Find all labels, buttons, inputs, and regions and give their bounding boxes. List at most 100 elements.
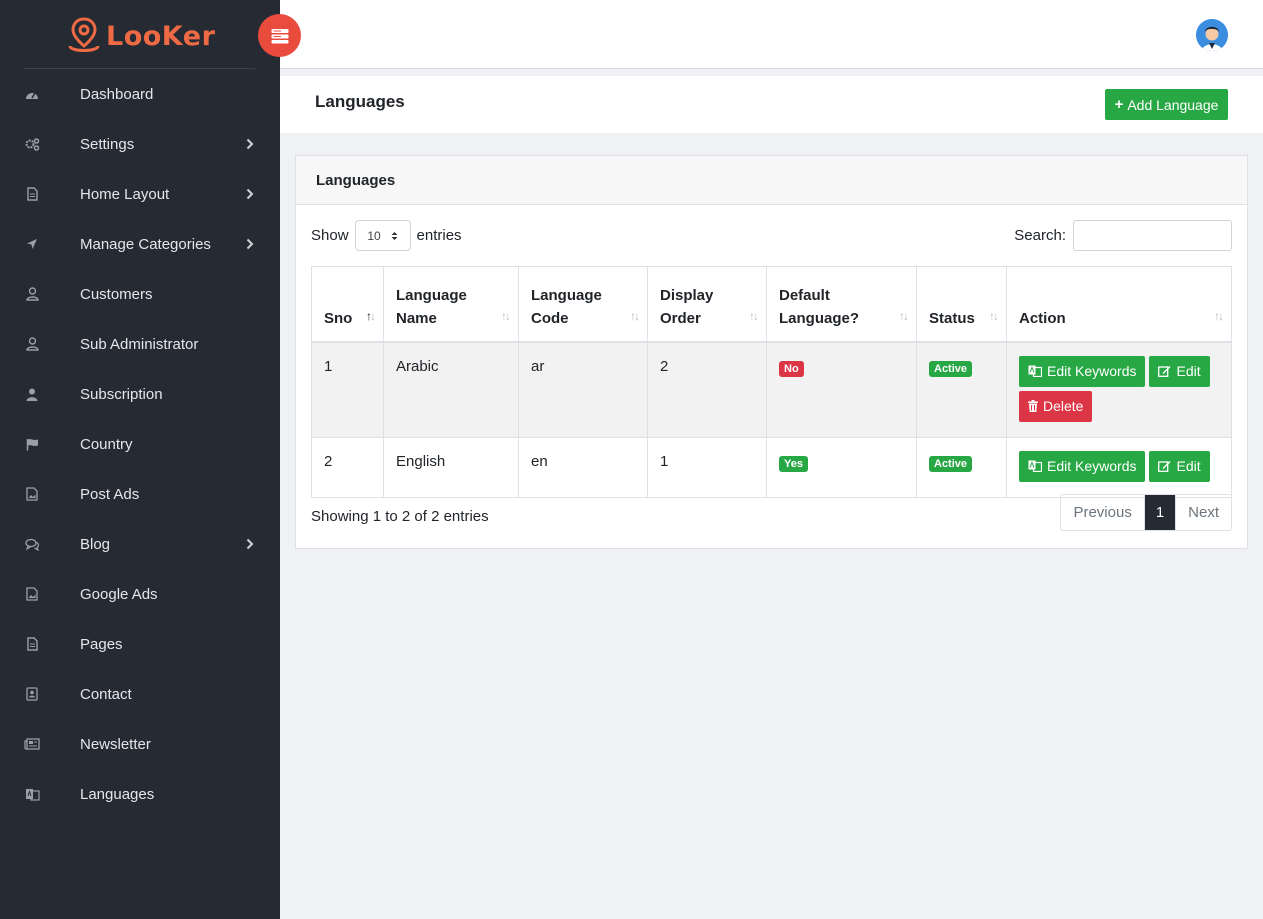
trash-icon (1028, 400, 1038, 412)
search-label: Search: (1014, 227, 1066, 244)
sidebar-item-label: Contact (80, 685, 132, 703)
cell-default-language: Yes (766, 436, 917, 498)
sidebar-item-newsletter[interactable]: Newsletter (0, 719, 280, 769)
brand-logo[interactable]: LooKer (66, 14, 215, 58)
next-page-button[interactable]: Next (1175, 495, 1231, 530)
page-header: Languages + Add Language (280, 76, 1263, 133)
page-1-button[interactable]: 1 (1143, 495, 1176, 530)
cell-sno: 2 (311, 436, 384, 498)
search-control: Search: (1014, 220, 1232, 251)
sidebar-item-label: Blog (80, 535, 111, 553)
languages-table: Sno ↑↓ Language Name ↑↓ Language Code ↑↓ D… (311, 266, 1232, 498)
column-header-display-order[interactable]: Display Order ↑↓ (647, 266, 767, 343)
cell-language-name: Arabic (383, 341, 519, 438)
default-badge: Yes (779, 455, 808, 472)
table-row: 1 Arabic ar 2 No Active Edit Keywords Ed… (311, 341, 1232, 438)
user-solid-icon (24, 386, 40, 402)
cogs-icon (24, 136, 40, 152)
chevron-right-icon (246, 187, 256, 201)
sort-caret-icon (391, 231, 398, 240)
sidebar-item-customers[interactable]: Customers (0, 269, 280, 319)
edit-keywords-button[interactable]: Edit Keywords (1019, 355, 1146, 387)
sidebar-item-country[interactable]: Country (0, 419, 280, 469)
add-language-button[interactable]: + Add Language (1105, 89, 1228, 120)
sidebar-item-manage-categories[interactable]: Manage Categories (0, 219, 280, 269)
language-icon (1028, 365, 1042, 377)
cell-status: Active (916, 436, 1007, 498)
column-header-language-code[interactable]: Language Code ↑↓ (518, 266, 648, 343)
entries-control: Show 10 entries (311, 220, 462, 251)
cell-language-name: English (383, 436, 519, 498)
sort-icon: ↑↓ (989, 308, 999, 323)
sort-icon: ↑↓ (1214, 308, 1224, 323)
user-icon (24, 336, 40, 352)
edit-icon (1158, 366, 1171, 377)
page-title: Languages (315, 92, 405, 111)
edit-button[interactable]: Edit (1149, 450, 1210, 482)
pagination: Previous 1 Next (1060, 494, 1232, 531)
default-badge: No (779, 360, 804, 377)
top-bar (280, 0, 1263, 69)
image-icon (24, 586, 40, 602)
dashboard-icon (24, 86, 40, 102)
cell-sno: 1 (311, 341, 384, 438)
add-language-label: Add Language (1127, 96, 1219, 113)
sidebar-item-label: Country (80, 435, 133, 453)
cell-status: Active (916, 341, 1007, 438)
edit-keywords-button[interactable]: Edit Keywords (1019, 450, 1146, 482)
cell-default-language: No (766, 341, 917, 438)
table-row: 2 English en 1 Yes Active Edit Keywords … (311, 436, 1232, 498)
show-label: Show (311, 227, 349, 244)
delete-button[interactable]: Delete (1019, 390, 1093, 422)
sidebar-item-home-layout[interactable]: Home Layout (0, 169, 280, 219)
sidebar-item-settings[interactable]: Settings (0, 119, 280, 169)
search-input[interactable] (1073, 220, 1232, 251)
sidebar-item-pages[interactable]: Pages (0, 619, 280, 669)
address-book-icon (24, 686, 40, 702)
sidebar-item-label: Newsletter (80, 735, 151, 753)
sidebar-item-label: Manage Categories (80, 235, 211, 253)
sidebar-item-label: Google Ads (80, 585, 158, 603)
column-header-language-name[interactable]: Language Name ↑↓ (383, 266, 519, 343)
chevron-right-icon (246, 137, 256, 151)
sidebar-item-post-ads[interactable]: Post Ads (0, 469, 280, 519)
status-badge: Active (929, 360, 973, 377)
sort-asc-icon: ↑↓ (366, 308, 376, 323)
column-header-action[interactable]: Action ↑↓ (1006, 266, 1232, 343)
image-icon (24, 486, 40, 502)
sidebar-item-label: Dashboard (80, 85, 154, 103)
location-arrow-icon (24, 236, 40, 252)
entries-select[interactable]: 10 (354, 220, 411, 251)
user-avatar[interactable] (1196, 19, 1228, 51)
languages-card: Languages Show 10 entries Search: Sno ↑↓… (295, 155, 1248, 549)
sort-icon: ↑↓ (749, 308, 759, 323)
menu-toggle-button[interactable] (258, 14, 301, 57)
sidebar-item-google-ads[interactable]: Google Ads (0, 569, 280, 619)
cell-actions: Edit Keywords Edit (1006, 436, 1232, 498)
sidebar-item-languages[interactable]: Languages (0, 769, 280, 819)
column-header-sno[interactable]: Sno ↑↓ (311, 266, 384, 343)
flag-icon (24, 436, 40, 452)
plus-icon: + (1114, 96, 1124, 113)
edit-button[interactable]: Edit (1149, 355, 1210, 387)
sidebar-item-label: Languages (80, 785, 155, 803)
sidebar-item-label: Settings (80, 135, 135, 153)
brand-name: LooKer (106, 20, 216, 52)
language-icon (24, 786, 40, 802)
entries-value: 10 (367, 228, 381, 243)
file-icon (24, 186, 40, 202)
cell-display-order: 1 (647, 436, 767, 498)
column-header-default-language[interactable]: Default Language? ↑↓ (766, 266, 917, 343)
sidebar-item-contact[interactable]: Contact (0, 669, 280, 719)
table-header-row: Sno ↑↓ Language Name ↑↓ Language Code ↑↓ D… (311, 266, 1232, 343)
server-menu-icon (271, 28, 288, 43)
sidebar-item-subscription[interactable]: Subscription (0, 369, 280, 419)
column-header-status[interactable]: Status ↑↓ (916, 266, 1007, 343)
newspaper-icon (24, 736, 40, 752)
edit-icon (1158, 461, 1171, 472)
sidebar-item-dashboard[interactable]: Dashboard (0, 69, 280, 119)
sidebar-item-blog[interactable]: Blog (0, 519, 280, 569)
sidebar-item-sub-administrator[interactable]: Sub Administrator (0, 319, 280, 369)
previous-page-button[interactable]: Previous (1061, 495, 1143, 530)
cell-actions: Edit Keywords Edit Delete (1006, 341, 1232, 438)
